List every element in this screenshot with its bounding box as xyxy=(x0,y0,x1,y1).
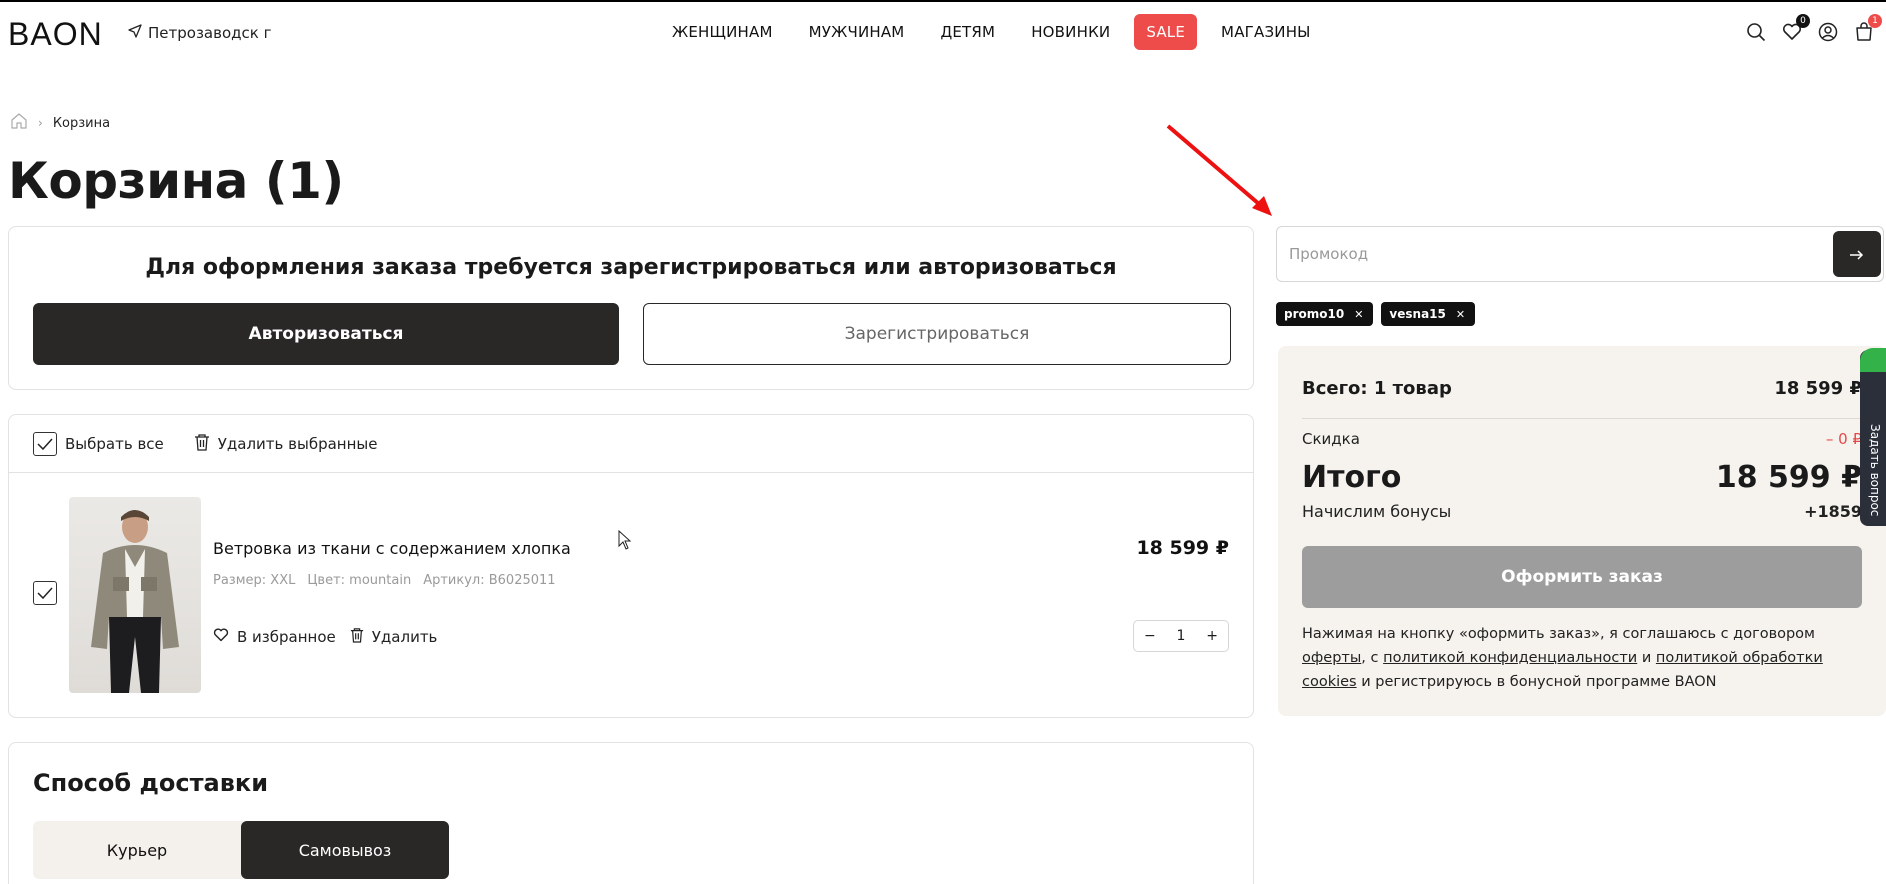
promo-chip-label: promo10 xyxy=(1284,307,1345,321)
delete-item-button[interactable]: Удалить xyxy=(350,627,438,647)
baon-logo[interactable]: BAON xyxy=(8,16,103,53)
select-all-control[interactable]: Выбрать все xyxy=(33,431,164,456)
order-summary: Всего: 1 товар 18 599 ₽ Скидка – 0 ₽ Ито… xyxy=(1278,346,1886,716)
promo-chips: promo10 ✕ vesna15 ✕ xyxy=(1276,302,1476,326)
nav-new[interactable]: НОВИНКИ xyxy=(1013,23,1128,41)
breadcrumb-separator-icon: › xyxy=(38,116,43,130)
product-sku: Артикул: B6025011 xyxy=(423,573,556,588)
delete-selected-label: Удалить выбранные xyxy=(217,434,378,453)
promo-code-field xyxy=(1276,226,1884,282)
mouse-cursor-icon xyxy=(618,530,632,550)
cart-toolbar: Выбрать все Удалить выбранные xyxy=(9,415,1253,473)
offer-link[interactable]: оферты xyxy=(1302,650,1361,666)
decrease-qty-button[interactable]: − xyxy=(1144,628,1156,644)
product-size: Размер: XXL xyxy=(213,573,296,588)
promo-chip[interactable]: promo10 ✕ xyxy=(1276,302,1374,326)
summary-discount-label: Скидка xyxy=(1302,430,1360,448)
ask-question-label[interactable]: Задать вопрос xyxy=(1868,424,1882,516)
tab-pickup[interactable]: Самовывоз xyxy=(241,821,449,879)
summary-discount-value: – 0 ₽ xyxy=(1825,430,1862,448)
site-header: BAON Петрозаводск г ЖЕНЩИНАМ МУЖЧИНАМ ДЕ… xyxy=(0,2,1886,64)
page-title: Корзина (1) xyxy=(8,152,344,210)
product-actions: В избранное Удалить xyxy=(213,627,437,647)
cart-icon[interactable]: 1 xyxy=(1852,14,1882,44)
summary-discount-row: Скидка – 0 ₽ xyxy=(1302,430,1862,448)
main-nav: ЖЕНЩИНАМ МУЖЧИНАМ ДЕТЯМ НОВИНКИ SALE МАГ… xyxy=(654,14,1329,50)
legal-text-part: Нажимая на кнопку «оформить заказ», я со… xyxy=(1302,626,1815,642)
product-color: Цвет: mountain xyxy=(307,573,412,588)
promo-chip[interactable]: vesna15 ✕ xyxy=(1381,302,1476,326)
checkout-button[interactable]: Оформить заказ xyxy=(1302,546,1862,608)
delivery-title: Способ доставки xyxy=(33,769,269,797)
promo-code-input[interactable] xyxy=(1289,227,1809,281)
nav-stores[interactable]: МАГАЗИНЫ xyxy=(1203,23,1329,41)
summary-bonus-value: +1859 xyxy=(1804,502,1862,521)
product-image[interactable] xyxy=(69,497,201,693)
breadcrumb-current: Корзина xyxy=(52,115,111,131)
favorites-icon[interactable]: 0 xyxy=(1780,14,1810,44)
cart-items-card: Выбрать все Удалить выбранные Ветровка и… xyxy=(8,414,1254,718)
login-button[interactable]: Авторизоваться xyxy=(33,303,619,365)
breadcrumb: › Корзина xyxy=(10,112,110,134)
product-meta: Размер: XXL Цвет: mountain Артикул: B602… xyxy=(213,573,556,588)
summary-total-row: Всего: 1 товар 18 599 ₽ xyxy=(1302,378,1862,399)
summary-bonus-label: Начислим бонусы xyxy=(1302,502,1452,521)
annotation-arrow-icon xyxy=(1166,124,1272,216)
summary-bonus-row: Начислим бонусы +1859 xyxy=(1302,502,1862,521)
add-to-favorites-button[interactable]: В избранное xyxy=(213,627,336,647)
product-price: 18 599 ₽ xyxy=(1136,537,1229,559)
city-label: Петрозаводск г xyxy=(148,24,272,42)
search-icon[interactable] xyxy=(1744,20,1768,44)
auth-required-title: Для оформления заказа требуется зарегист… xyxy=(145,255,1117,280)
remove-chip-icon[interactable]: ✕ xyxy=(1456,308,1465,321)
trash-icon xyxy=(350,627,364,647)
tab-courier[interactable]: Курьер xyxy=(33,821,241,879)
legal-text: Нажимая на кнопку «оформить заказ», я со… xyxy=(1302,622,1872,694)
cart-count-badge: 1 xyxy=(1868,14,1882,28)
header-icons: 0 1 xyxy=(1744,14,1882,44)
privacy-policy-link[interactable]: политикой конфиденциальности xyxy=(1383,650,1637,666)
add-to-favorites-label: В избранное xyxy=(237,628,336,646)
auth-required-card: Для оформления заказа требуется зарегист… xyxy=(8,226,1254,390)
register-button[interactable]: Зарегистрироваться xyxy=(643,303,1231,365)
remove-chip-icon[interactable]: ✕ xyxy=(1354,308,1363,321)
apply-promo-button[interactable] xyxy=(1833,231,1881,277)
ask-question-indicator xyxy=(1860,348,1886,372)
heart-icon xyxy=(213,628,229,646)
arrow-right-icon xyxy=(1850,244,1864,265)
product-name[interactable]: Ветровка из ткани с содержанием хлопка xyxy=(213,539,571,558)
summary-grand-row: Итого 18 599 ₽ xyxy=(1302,460,1862,495)
delivery-tabs: Курьер Самовывоз xyxy=(33,821,449,879)
increase-qty-button[interactable]: + xyxy=(1206,628,1218,644)
quantity-stepper: − 1 + xyxy=(1133,620,1229,652)
select-all-label: Выбрать все xyxy=(65,434,164,453)
quantity-value[interactable]: 1 xyxy=(1177,628,1186,644)
account-icon[interactable] xyxy=(1816,20,1840,44)
summary-divider xyxy=(1302,418,1886,419)
promo-chip-label: vesna15 xyxy=(1389,307,1446,321)
delete-selected-button[interactable]: Удалить выбранные xyxy=(194,433,378,455)
summary-grand-label: Итого xyxy=(1302,460,1402,495)
summary-total-value: 18 599 ₽ xyxy=(1774,378,1862,399)
nav-women[interactable]: ЖЕНЩИНАМ xyxy=(654,23,791,41)
delivery-card: Способ доставки Курьер Самовывоз xyxy=(8,742,1254,884)
favorites-count-badge: 0 xyxy=(1796,14,1810,28)
summary-grand-value: 18 599 ₽ xyxy=(1715,460,1862,495)
location-arrow-icon xyxy=(128,24,142,42)
trash-icon xyxy=(194,433,210,455)
nav-men[interactable]: МУЖЧИНАМ xyxy=(791,23,923,41)
select-all-checkbox[interactable] xyxy=(33,431,57,456)
city-selector[interactable]: Петрозаводск г xyxy=(128,24,271,42)
legal-text-part: и xyxy=(1637,650,1656,666)
nav-sale[interactable]: SALE xyxy=(1134,14,1198,50)
home-icon[interactable] xyxy=(10,112,28,134)
nav-kids[interactable]: ДЕТЯМ xyxy=(922,23,1013,41)
item-checkbox[interactable] xyxy=(33,581,57,605)
legal-text-part: и регистрируюсь в бонусной программе BAO… xyxy=(1356,674,1717,690)
delete-item-label: Удалить xyxy=(371,628,438,646)
summary-total-label: Всего: 1 товар xyxy=(1302,378,1452,399)
legal-text-part: , с xyxy=(1361,650,1384,666)
